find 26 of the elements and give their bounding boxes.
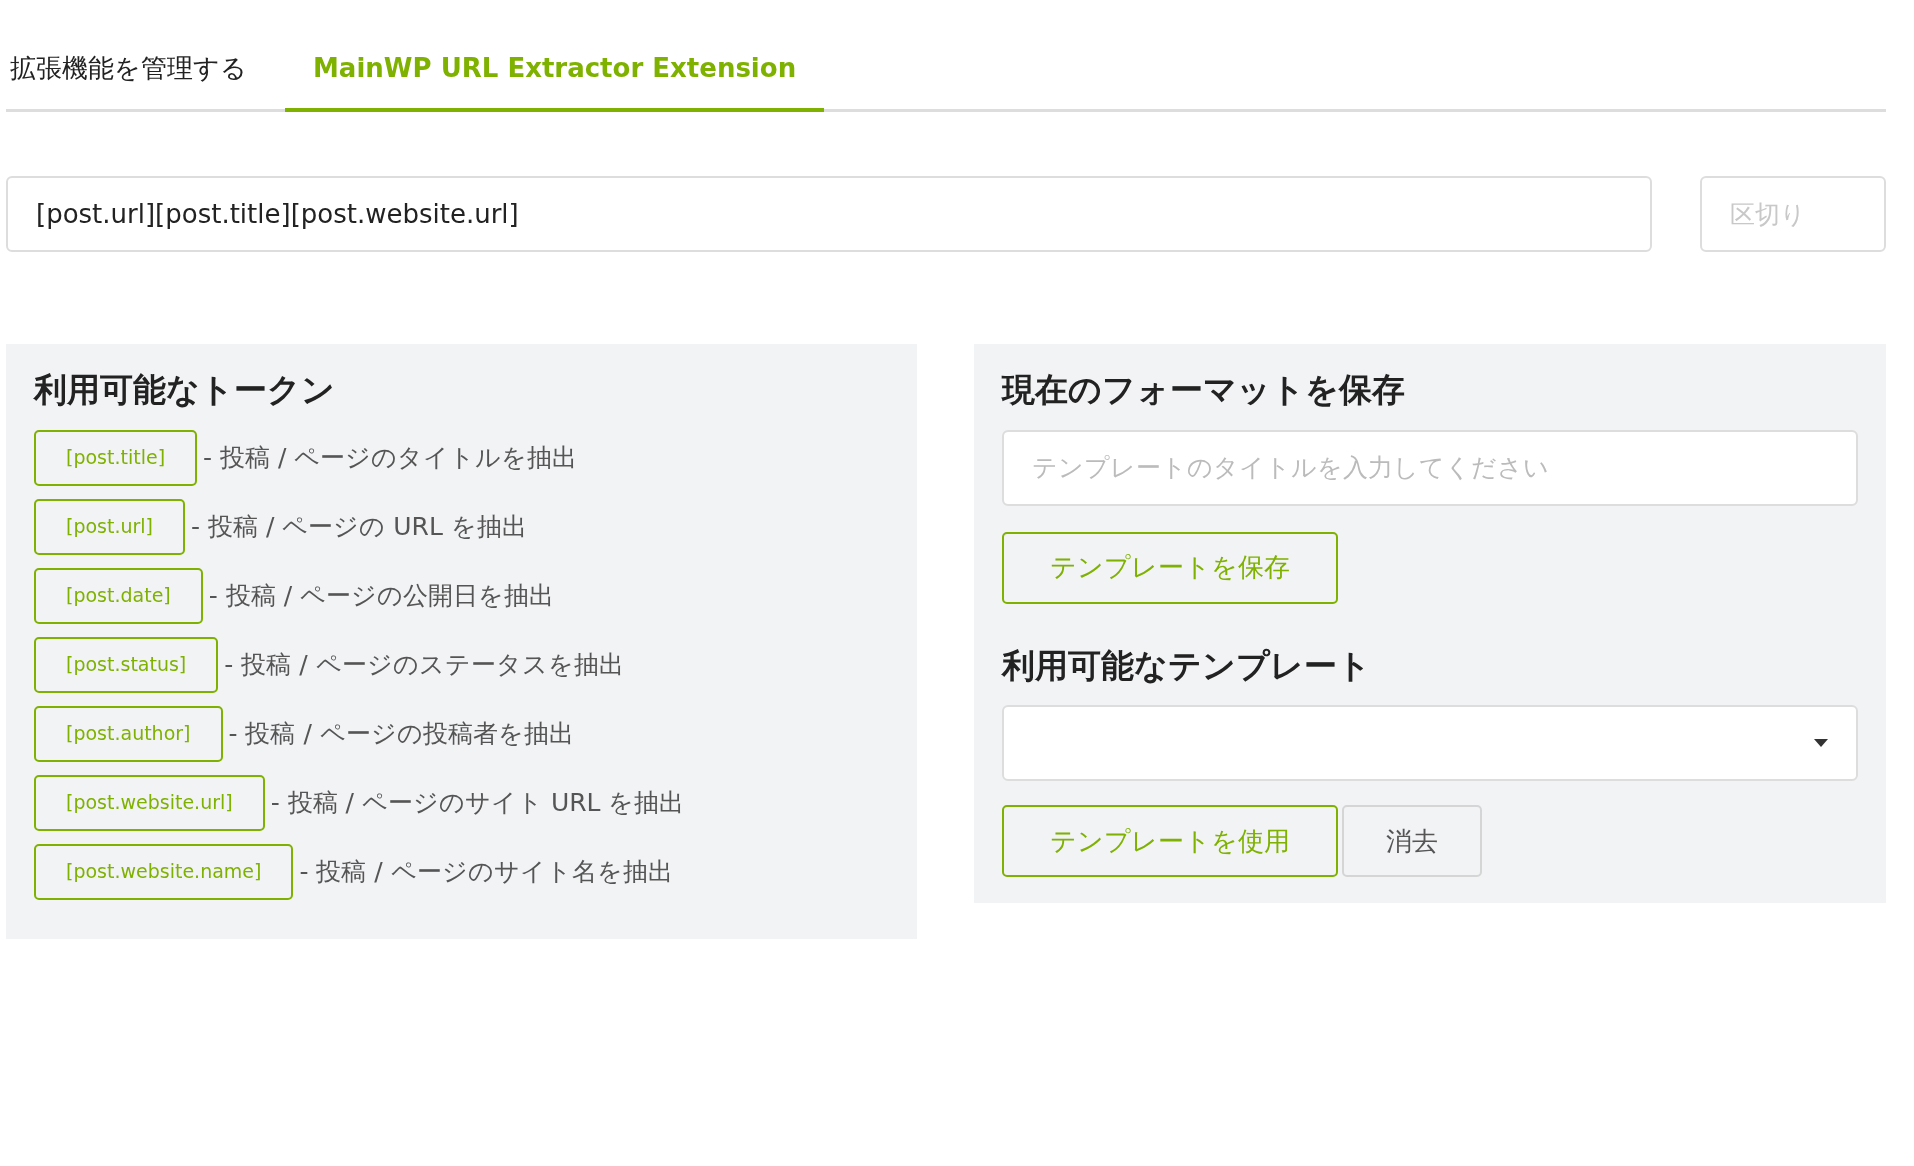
format-field[interactable]: [post.url][post.title][post.website.url]: [6, 176, 1652, 252]
template-button[interactable]: テンプレートを使用: [1002, 805, 1338, 878]
panel-heading: 利用可能なトークン: [34, 370, 336, 410]
token-button[interactable]: [post.status]: [34, 636, 219, 693]
token-button[interactable]: [post.website.name]: [34, 843, 294, 900]
template-title-field[interactable]: テンプレートのタイトルを入力してください: [1002, 429, 1858, 506]
token-description: - 投稿 / ページのステータスを抽出: [224, 648, 624, 681]
tab[interactable]: 拡張機能を管理する: [6, 49, 247, 112]
token-description: - 投稿 / ページのサイト URL を抽出: [270, 786, 685, 819]
token-button[interactable]: [post.author]: [34, 705, 223, 762]
template-button[interactable]: テンプレートを保存: [1002, 531, 1338, 604]
template-select[interactable]: [1002, 705, 1858, 782]
panel-heading: 利用可能なテンプレート: [1002, 645, 1372, 686]
token-button[interactable]: [post.website.url]: [34, 774, 265, 831]
token-description: - 投稿 / ページの投稿者を抽出: [228, 717, 574, 750]
token-description: - 投稿 / ページのサイト名を抽出: [299, 855, 673, 888]
token-button[interactable]: [post.title]: [34, 429, 198, 486]
token-description: - 投稿 / ページのタイトルを抽出: [203, 441, 578, 474]
token-description: - 投稿 / ページの URL を抽出: [191, 510, 527, 543]
token-button[interactable]: [post.url]: [34, 498, 186, 555]
token-description: - 投稿 / ページの公開日を抽出: [208, 579, 555, 612]
clear-button[interactable]: 消去: [1342, 805, 1482, 878]
dropdown-caret-icon: [1814, 739, 1828, 748]
panel-heading: 現在のフォーマットを保存: [1002, 370, 1406, 410]
token-button[interactable]: [post.date]: [34, 567, 203, 624]
tab[interactable]: MainWP URL Extractor Extension: [285, 49, 825, 112]
